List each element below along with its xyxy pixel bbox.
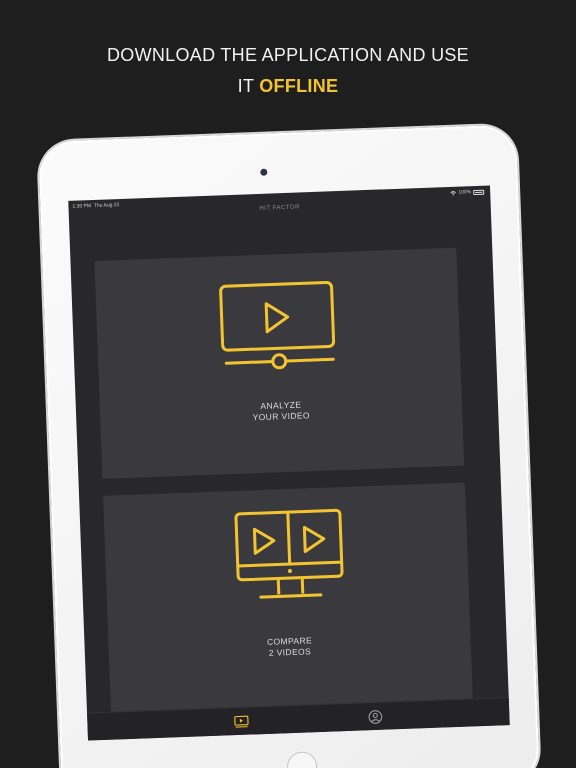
- promo-line-1: DOWNLOAD THE APPLICATION AND USE: [106, 45, 469, 65]
- compare-videos-icon: [234, 508, 344, 599]
- promo-line-2: IT OFFLINE: [0, 71, 576, 102]
- app-screen: 1:30 PM Thu Aug 22 100% HIT FACTOR ANALY…: [68, 185, 510, 741]
- battery-percent: 100%: [458, 189, 472, 196]
- battery-icon: [473, 189, 485, 195]
- status-clock: 1:30 PM: [72, 203, 92, 210]
- tablet-device: 1:30 PM Thu Aug 22 100% HIT FACTOR ANALY…: [38, 124, 540, 768]
- promo-line-2-prefix: IT: [237, 76, 260, 96]
- video-tab-icon[interactable]: [233, 714, 250, 731]
- promo-headline: DOWNLOAD THE APPLICATION AND USE IT OFFL…: [0, 40, 576, 102]
- promo-offline-accent: OFFLINE: [259, 76, 339, 96]
- status-date: Thu Aug 22: [93, 202, 120, 209]
- wifi-icon: [450, 190, 457, 196]
- analyze-label: ANALYZE YOUR VIDEO: [100, 394, 463, 429]
- profile-tab-icon[interactable]: [367, 709, 384, 726]
- play-video-icon: [219, 281, 336, 370]
- camera-dot: [260, 168, 268, 176]
- compare-label: COMPARE 2 VIDEOS: [108, 629, 471, 664]
- analyze-video-card[interactable]: ANALYZE YOUR VIDEO: [94, 247, 465, 479]
- compare-videos-card[interactable]: COMPARE 2 VIDEOS: [103, 482, 473, 714]
- home-button: [286, 751, 318, 768]
